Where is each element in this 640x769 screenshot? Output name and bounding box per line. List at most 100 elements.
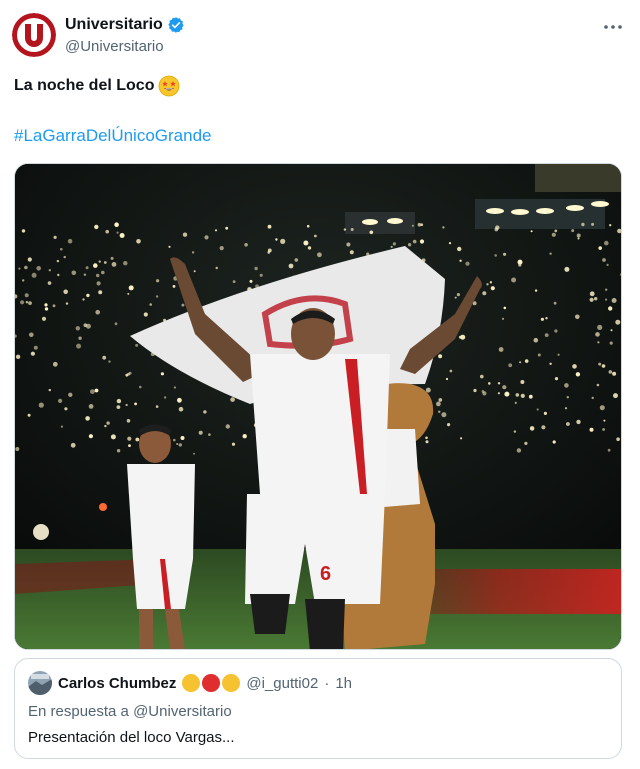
crowd-light [498,347,504,352]
crowd-light [529,426,535,431]
crowd-light [22,279,25,282]
crowd-light [173,438,176,442]
crowd-light [605,288,608,291]
tweet-photo[interactable]: 6 [14,163,622,650]
crowd-light [554,329,558,333]
crowd-light [24,265,28,270]
crowd-light [597,324,603,330]
crowd-light [417,222,422,227]
crowd-light [524,359,529,363]
crowd-light [173,386,176,389]
crowd-light [123,261,128,266]
crowd-light [501,317,505,320]
crowd-light [63,289,68,295]
crowd-light [503,306,507,310]
author-display-name[interactable]: Universitario [65,16,163,34]
crowd-light [65,302,69,305]
tweet-text-content: La noche del Loco [14,77,155,94]
crowd-light [438,354,443,359]
universitario-crest-icon[interactable] [12,13,56,57]
crowd-light [98,260,101,263]
crowd-light [128,444,131,447]
reply-prefix: En respuesta a [28,703,129,720]
crowd-light [528,394,533,399]
crowd-light [48,388,51,392]
crowd-light [156,279,160,283]
crowd-light [94,224,99,230]
crowd-light [448,242,452,245]
crowd-light [554,229,558,233]
crowd-light [64,407,68,411]
crowd-light [160,372,164,376]
crowd-light [303,240,309,246]
crowd-light [155,405,159,408]
crowd-light [108,360,111,363]
crowd-light [85,416,90,421]
crowd-light [497,382,501,385]
crowd-light [571,229,575,233]
crowd-light [524,441,528,445]
crowd-light [602,258,606,262]
crowd-light [155,295,159,298]
crowd-light [28,301,32,305]
crowd-light [67,238,73,244]
author-handle[interactable]: @Universitario [65,38,185,55]
crowd-light [577,237,580,240]
crowd-light [60,425,64,428]
crowd-light [215,266,218,270]
crowd-light [203,410,207,414]
crowd-light [126,419,131,423]
crowd-light [615,319,621,325]
crowd-light [575,372,581,377]
crowd-light [116,398,122,404]
crowd-light [198,430,203,435]
crowd-light [231,442,236,446]
crowd-light [540,317,545,321]
crowd-light [306,224,310,228]
crowd-light [106,421,110,425]
crowd-light [33,345,38,350]
crowd-light [18,267,21,270]
crowd-light [609,224,612,227]
crowd-light [75,326,80,331]
crowd-light [219,246,224,251]
crowd-light [208,433,211,436]
crowd-light [549,362,552,365]
crowd-light [598,362,602,366]
crowd-light [163,396,167,399]
crowd-light [541,425,546,430]
quoted-author-name[interactable]: Carlos Chumbez [58,675,176,692]
crowd-light [52,304,56,308]
crowd-light [369,230,374,235]
crowd-light [503,252,507,256]
quoted-tweet[interactable]: Carlos Chumbez @i_gutti02 · 1h En respue… [14,658,622,759]
more-options-icon[interactable] [602,17,624,37]
reply-to-link[interactable]: @Universitario [133,703,232,720]
crowd-light [407,243,412,247]
crowd-light [225,226,229,230]
crowd-light [267,224,272,229]
crowd-light [481,390,485,393]
quoted-tweet-text: Presentación del loco Vargas... [28,729,235,746]
crowd-light [438,410,441,413]
crowd-light [101,270,105,275]
verified-badge-icon [167,16,185,34]
crowd-light [110,256,114,260]
crowd-light [598,246,602,250]
crowd-light [589,427,594,432]
crowd-light [214,229,218,232]
quoted-tweet-time[interactable]: 1h [335,675,352,692]
crowd-light [76,343,82,349]
crowd-light [482,291,487,296]
quoted-author-handle[interactable]: @i_gutti02 [246,675,318,692]
crowd-light [513,430,517,433]
hashtag-link[interactable]: #LaGarraDelÚnicoGrande [14,126,212,146]
yellow-circle-emoji-icon [182,674,201,692]
crowd-light [27,257,32,262]
crowd-light [591,222,595,226]
crowd-light [602,428,605,431]
quoted-author-avatar[interactable] [28,671,52,695]
crowd-light [608,306,613,311]
crowd-light [534,289,538,292]
crowd-light [53,235,57,239]
